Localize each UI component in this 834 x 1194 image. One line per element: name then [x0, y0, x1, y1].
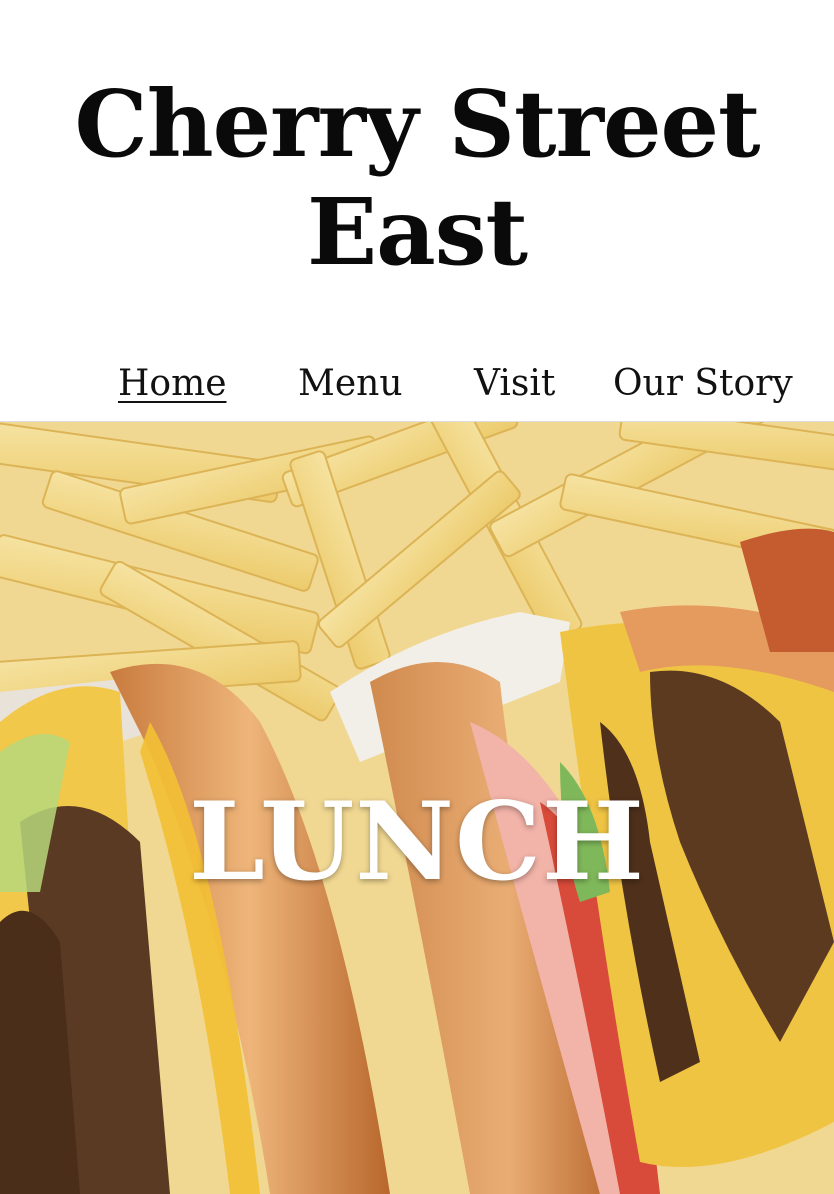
- main-nav: Home Menu Visit Our Story: [0, 360, 834, 410]
- site-title: Cherry Street East: [74, 70, 760, 286]
- hero-heading: LUNCH: [189, 779, 645, 905]
- nav-item-visit[interactable]: Visit: [474, 360, 555, 408]
- nav-item-home[interactable]: Home: [118, 360, 227, 408]
- nav-item-menu[interactable]: Menu: [298, 360, 403, 408]
- nav-item-our-story[interactable]: Our Story: [613, 360, 793, 408]
- hero-banner[interactable]: LUNCH: [0, 421, 834, 1194]
